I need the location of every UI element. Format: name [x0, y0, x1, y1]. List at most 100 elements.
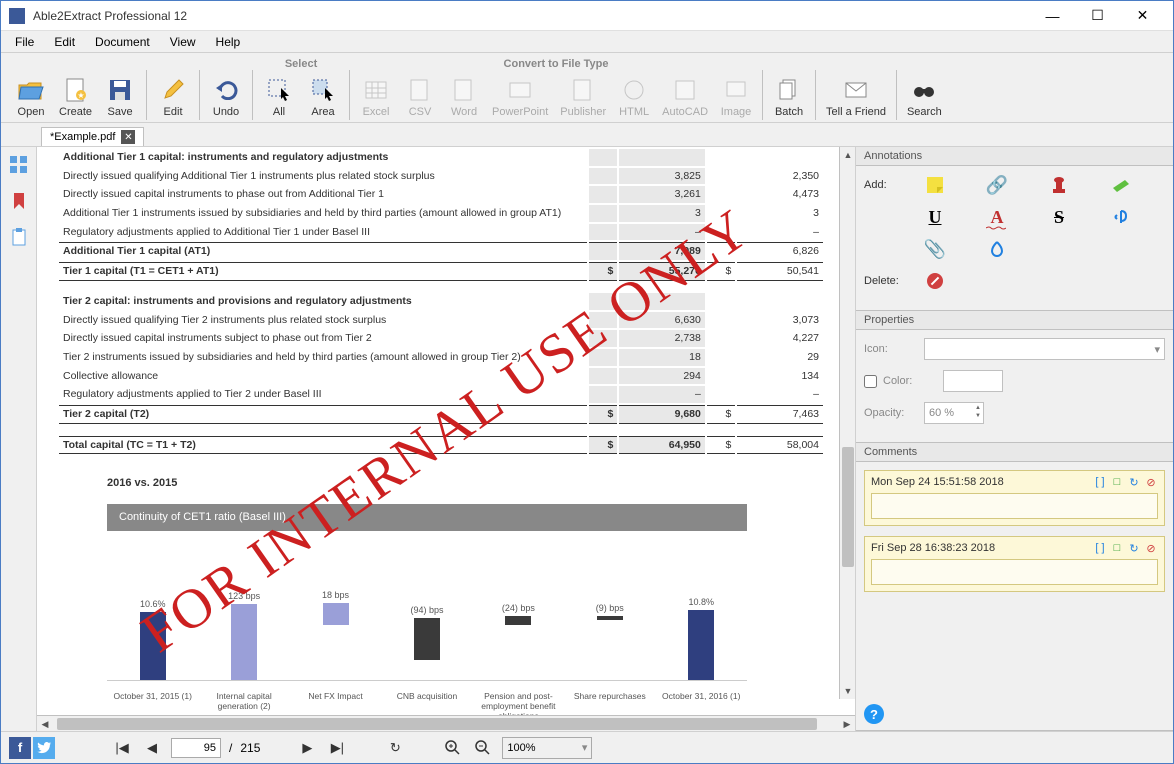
save-button[interactable]: Save [98, 74, 142, 120]
last-page-button[interactable]: ▶| [326, 737, 348, 759]
next-page-button[interactable]: ▶ [296, 737, 318, 759]
left-sidebar [1, 147, 37, 731]
scroll-left-arrow[interactable]: ◀ [37, 716, 53, 731]
zoom-in-button[interactable] [442, 737, 464, 759]
comment-refresh-icon[interactable]: ↻ [1127, 475, 1141, 489]
rotate-button[interactable]: ↻ [384, 737, 406, 759]
comment-delete-icon[interactable]: ⊘ [1144, 475, 1158, 489]
chart-bar: 10.8% [661, 596, 741, 681]
stamp-icon[interactable] [1048, 174, 1070, 196]
comment-item[interactable]: Mon Sep 24 15:51:58 2018[ ]□↻⊘ [864, 470, 1165, 526]
table-row: Directly issued qualifying Tier 2 instru… [59, 312, 823, 329]
comment-square-icon[interactable]: □ [1110, 475, 1124, 489]
chart-x-label: October 31, 2015 (1) [113, 691, 193, 715]
envelope-icon [842, 76, 870, 104]
section-title-select: Select [285, 58, 317, 70]
color-prop-label: Color: [883, 375, 943, 387]
menu-view[interactable]: View [160, 33, 206, 51]
twitter-button[interactable] [33, 737, 55, 759]
page-separator: / [229, 741, 232, 755]
watermark-tool-icon[interactable] [986, 238, 1008, 260]
html-icon [620, 76, 648, 104]
html-button: HTML [612, 74, 656, 120]
attachment-icon[interactable]: 📎 [924, 238, 946, 260]
chart-x-label: Internal capital generation (2) [204, 691, 284, 715]
opacity-spinner[interactable]: 60 % ▲▼ [924, 402, 984, 424]
highlighter-icon[interactable] [1110, 174, 1132, 196]
scroll-right-arrow[interactable]: ▶ [839, 716, 855, 731]
right-panel: Annotations Add: 🔗 U A S [855, 147, 1173, 731]
tell-friend-button[interactable]: Tell a Friend [820, 74, 892, 120]
tab-close-button[interactable]: ✕ [121, 130, 135, 144]
underline-icon[interactable]: U [924, 206, 946, 228]
icon-dropdown[interactable]: ▾ [924, 338, 1165, 360]
prev-page-button[interactable]: ◀ [141, 737, 163, 759]
comment-bracket-icon[interactable]: [ ] [1093, 475, 1107, 489]
color-swatch[interactable] [943, 370, 1003, 392]
select-all-icon [265, 76, 293, 104]
comment-text-input[interactable] [871, 493, 1158, 519]
chart-x-label: CNB acquisition [387, 691, 467, 715]
comments-header: Comments [856, 443, 1173, 462]
scroll-thumb-horizontal[interactable] [57, 718, 817, 730]
chart-bar: 10.6% [113, 598, 193, 681]
select-area-icon [309, 76, 337, 104]
minimize-button[interactable]: — [1030, 1, 1075, 31]
help-icon[interactable]: ? [864, 704, 884, 724]
facebook-button[interactable]: f [9, 737, 31, 759]
comment-bracket-icon[interactable]: [ ] [1093, 541, 1107, 555]
batch-button[interactable]: Batch [767, 74, 811, 120]
scroll-up-arrow[interactable]: ▲ [840, 147, 855, 163]
chart-bar: (94) bps [387, 604, 467, 681]
edit-button[interactable]: Edit [151, 74, 195, 120]
excel-button: Excel [354, 74, 398, 120]
select-all-button[interactable]: All [257, 74, 301, 120]
menu-document[interactable]: Document [85, 33, 160, 51]
strikethrough-icon[interactable]: S [1048, 206, 1070, 228]
clipboard-button[interactable] [7, 225, 31, 249]
document-canvas[interactable]: Additional Tier 1 capital: instruments a… [37, 147, 855, 715]
chart-x-label: Pension and post-employment benefit obli… [478, 691, 558, 715]
comment-item[interactable]: Fri Sep 28 16:38:23 2018 [ ]□↻⊘ [864, 536, 1165, 592]
zoom-out-button[interactable] [472, 737, 494, 759]
open-button[interactable]: Open [9, 74, 53, 120]
select-area-button[interactable]: Area [301, 74, 345, 120]
chart-bar: 123 bps [204, 590, 284, 681]
search-button[interactable]: Search [901, 74, 948, 120]
toolbar: Open ★Create Save Edit Undo Select All A… [1, 53, 1173, 123]
color-checkbox[interactable] [864, 375, 877, 388]
menu-help[interactable]: Help [206, 33, 251, 51]
bookmarks-button[interactable] [7, 189, 31, 213]
close-button[interactable]: ✕ [1120, 1, 1165, 31]
annotations-header: Annotations [856, 147, 1173, 166]
app-icon [9, 8, 25, 24]
comment-text-input[interactable] [871, 559, 1158, 585]
vertical-scrollbar[interactable]: ▲ ▼ [839, 147, 855, 699]
maximize-button[interactable]: ☐ [1075, 1, 1120, 31]
comment-date: Fri Sep 28 16:38:23 2018 [871, 542, 995, 554]
sticky-note-icon[interactable] [924, 174, 946, 196]
caret-icon[interactable] [1110, 206, 1132, 228]
link-icon[interactable]: 🔗 [986, 174, 1008, 196]
menu-edit[interactable]: Edit [44, 33, 85, 51]
delete-annotation-icon[interactable] [924, 270, 946, 292]
scroll-down-arrow[interactable]: ▼ [840, 683, 855, 699]
undo-button[interactable]: Undo [204, 74, 248, 120]
image-icon [722, 76, 750, 104]
comment-refresh-icon[interactable]: ↻ [1127, 541, 1141, 555]
thumbnails-button[interactable] [7, 153, 31, 177]
horizontal-scrollbar[interactable]: ◀ ▶ [37, 715, 855, 731]
add-label: Add: [864, 179, 914, 191]
binoculars-icon [910, 76, 938, 104]
menu-file[interactable]: File [5, 33, 44, 51]
document-tab[interactable]: *Example.pdf ✕ [41, 127, 144, 146]
comment-square-icon[interactable]: □ [1110, 541, 1124, 555]
page-number-input[interactable] [171, 738, 221, 758]
create-button[interactable]: ★Create [53, 74, 98, 120]
squiggly-icon[interactable]: A [986, 206, 1008, 228]
first-page-button[interactable]: |◀ [111, 737, 133, 759]
comment-delete-icon[interactable]: ⊘ [1144, 541, 1158, 555]
zoom-dropdown[interactable]: 100%▾ [502, 737, 592, 759]
scroll-thumb-vertical[interactable] [842, 447, 854, 567]
chart-bar: (24) bps [478, 602, 558, 681]
